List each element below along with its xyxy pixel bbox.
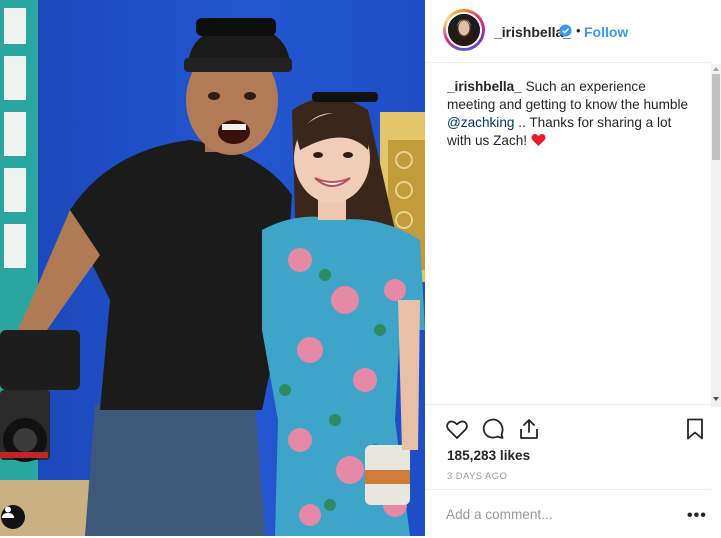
post-actions: 185,283 likes 3 DAYS AGO •••	[425, 404, 711, 537]
scrollbar-thumb[interactable]	[712, 74, 720, 160]
post-image	[0, 0, 425, 536]
user-tag-icon	[2, 506, 14, 518]
post-timestamp[interactable]: 3 DAYS AGO	[447, 471, 507, 482]
post-sidebar: _irishbella_ • Follow _irishbella_ Such …	[425, 0, 721, 536]
post-photo[interactable]	[0, 0, 425, 536]
more-options-button[interactable]: •••	[687, 507, 707, 525]
verified-badge-icon	[559, 24, 572, 37]
heart-outline-icon[interactable]	[445, 417, 469, 441]
bookmark-icon[interactable]	[683, 417, 707, 441]
share-upload-icon[interactable]	[517, 417, 541, 441]
speech-bubble-icon[interactable]	[481, 417, 505, 441]
comment-bar: •••	[425, 489, 711, 538]
separator-dot: •	[576, 23, 581, 38]
follow-button[interactable]: Follow	[584, 24, 628, 40]
caption-username[interactable]: _irishbella_	[447, 79, 522, 94]
comments-scrollbar[interactable]	[711, 64, 721, 407]
avatar[interactable]	[446, 12, 482, 48]
scroll-up-arrow-icon[interactable]	[713, 67, 719, 71]
avatar-story-ring[interactable]	[443, 9, 485, 51]
post-header: _irishbella_ • Follow	[425, 0, 711, 63]
scroll-down-arrow-icon[interactable]	[713, 397, 719, 401]
red-heart-emoji-icon	[531, 134, 546, 146]
like-count[interactable]: 185,283 likes	[447, 448, 530, 463]
comment-input[interactable]	[446, 504, 666, 524]
avatar-image	[448, 14, 480, 46]
user-tag-button[interactable]	[1, 505, 25, 529]
post-caption: _irishbella_ Such an experience meeting …	[447, 78, 695, 150]
mention-link[interactable]: @zachking	[447, 115, 514, 130]
